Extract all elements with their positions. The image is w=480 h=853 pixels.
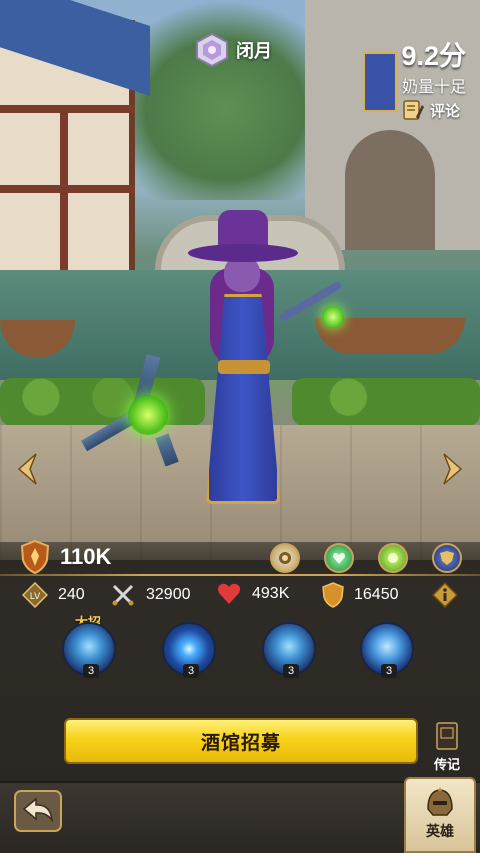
prev-hero-arrow[interactable] [16,452,38,486]
attack-value: 32900 [146,586,191,603]
power-value: 110K [60,544,112,569]
tree-emblem-icon [279,552,291,564]
stat-level: LV 240 [22,582,85,608]
alliance-crest-icon [440,551,454,565]
hero-stats: LV 240 32900 493K 16450 [20,582,470,612]
skill-level: 3 [283,664,299,678]
crystal-emblem-icon [196,33,228,67]
book-icon [436,722,458,750]
recruit-label: 酒馆招募 [200,732,281,754]
hero-power: 110K [20,540,111,574]
hedge [292,378,480,426]
rating-tag: 奶量十足 [401,79,466,96]
skill-level: 3 [381,664,397,678]
skill-wolf[interactable]: 3 [360,622,414,678]
helmet-icon [427,787,453,816]
svg-text:LV: LV [30,591,40,601]
level-icon: LV [22,582,48,608]
crossed-swords-icon [112,584,134,606]
comment-label: 评论 [429,102,460,120]
back-button[interactable] [14,790,62,832]
chevron-right-icon [443,453,463,485]
heart-leaf-icon [333,552,345,564]
staff-orb [322,306,344,328]
heart-icon [218,583,240,604]
edit-note-icon [403,100,424,120]
hero-character[interactable] [180,210,310,510]
rating-score: 9.2分 [401,41,466,71]
power-shield-icon [20,540,50,574]
skill-eye[interactable]: 3 [162,622,216,678]
stat-defense: 16450 [322,582,399,608]
biography-label: 传记 [433,757,460,772]
stat-attack: 32900 [110,582,191,608]
skill-level: 3 [83,664,99,678]
floating-weapon [80,354,190,467]
shield-icon [322,582,344,608]
level-value: 240 [58,586,85,603]
biography-button[interactable]: 传记 [430,722,464,773]
tavern-recruit-button[interactable]: 酒馆招募 [64,718,418,764]
next-hero-arrow[interactable] [442,452,464,486]
back-arrow-icon [14,790,62,832]
skill-summon[interactable]: 3 [262,622,316,678]
skill-list: 3 3 3 3 [0,612,480,712]
background-house [0,0,150,270]
constellation-badge-2[interactable] [324,543,354,573]
hero-rating: 9.2分 奶量十足 [401,34,466,97]
health-value: 493K [252,585,290,602]
castle-banner [363,52,397,112]
info-button[interactable] [432,582,458,608]
divider [0,574,480,576]
defense-value: 16450 [354,586,399,603]
info-icon [432,582,458,608]
faction-name: 闭月 [236,41,272,61]
hero-faction: 闭月 [196,33,272,67]
nav-tab-hero[interactable]: 英雄 [404,777,476,853]
stat-health: 493K [216,582,289,606]
skill-level: 3 [183,664,199,678]
nature-orb-icon [388,553,398,563]
constellation-badge-1[interactable] [270,543,300,573]
comment-button[interactable]: 评论 [402,99,460,121]
constellation-badge-3[interactable] [378,543,408,573]
skill-ultimate[interactable]: 3 [62,622,116,678]
faction-crest-badge[interactable] [432,543,462,573]
chevron-left-icon [17,453,37,485]
hero-tab-label: 英雄 [426,823,454,839]
